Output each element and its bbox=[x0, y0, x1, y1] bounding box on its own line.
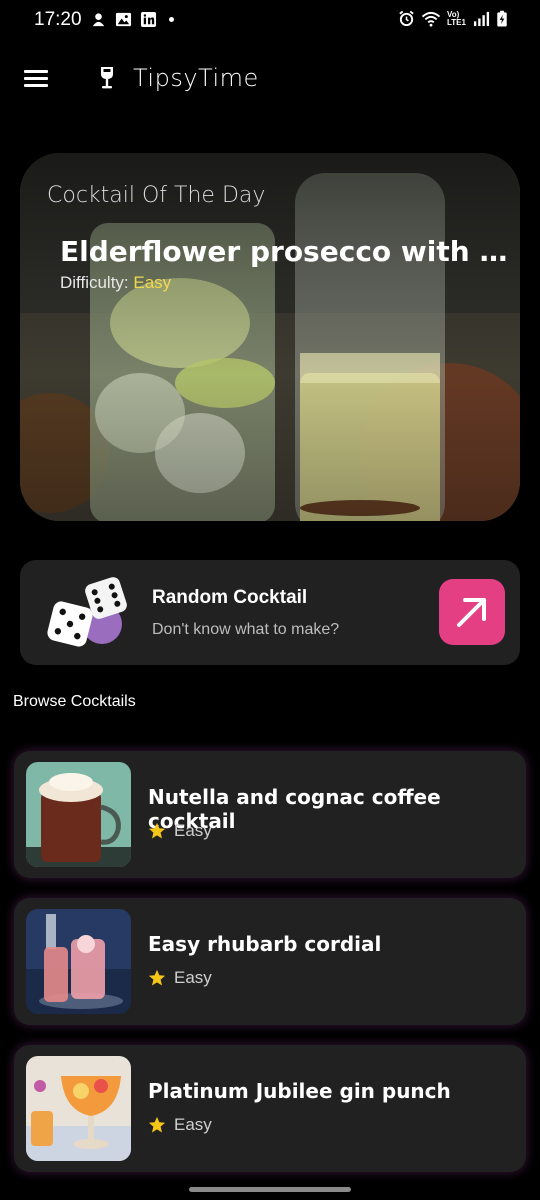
random-cocktail-title: Random Cocktail bbox=[152, 587, 308, 608]
hero-title: Elderflower prosecco with ... bbox=[60, 235, 510, 268]
cocktail-difficulty: Easy bbox=[148, 1115, 212, 1135]
hamburger-menu-icon[interactable] bbox=[22, 64, 52, 90]
cocktail-list-item[interactable]: Easy rhubarb cordial Easy bbox=[14, 898, 526, 1025]
app-notification-icon bbox=[92, 13, 105, 27]
status-left-icons bbox=[90, 11, 174, 28]
cocktail-of-the-day-card[interactable]: Cocktail Of The Day Elderflower prosecco… bbox=[20, 153, 520, 521]
app-bar: TipsyTime bbox=[0, 52, 540, 104]
cocktail-thumbnail bbox=[26, 909, 131, 1014]
status-bar: 17:20 Vo) LTE1 bbox=[0, 0, 540, 40]
status-right-icons: Vo) LTE1 bbox=[398, 10, 508, 27]
home-indicator[interactable] bbox=[189, 1187, 351, 1192]
hero-difficulty: Difficulty: Easy bbox=[60, 273, 171, 293]
cocktail-difficulty-label: Easy bbox=[174, 821, 212, 840]
cocktail-thumbnail bbox=[26, 1056, 131, 1161]
alarm-icon bbox=[399, 10, 414, 27]
battery-charging-icon bbox=[497, 10, 507, 27]
hero-shade bbox=[20, 153, 520, 521]
app-title: TipsyTime bbox=[133, 64, 259, 92]
wine-glass-icon bbox=[101, 67, 113, 89]
cocktail-difficulty: Easy bbox=[148, 821, 212, 841]
cocktail-name: Platinum Jubilee gin punch bbox=[148, 1079, 451, 1103]
cocktail-difficulty: Easy bbox=[148, 968, 212, 988]
cocktail-thumbnail bbox=[26, 762, 131, 867]
cocktail-list-item[interactable]: Platinum Jubilee gin punch Easy bbox=[14, 1045, 526, 1172]
volte-lte-icon: Vo) LTE1 bbox=[447, 9, 466, 27]
hero-difficulty-value: Easy bbox=[133, 273, 172, 292]
linkedin-icon bbox=[140, 11, 157, 28]
more-dot-icon bbox=[169, 17, 174, 22]
random-cocktail-button[interactable] bbox=[439, 579, 505, 645]
dice-icon bbox=[47, 577, 127, 647]
cocktail-difficulty-label: Easy bbox=[174, 1115, 212, 1134]
hero-kicker: Cocktail Of The Day bbox=[47, 183, 266, 208]
wifi-icon bbox=[421, 11, 441, 27]
random-cocktail-card[interactable]: Random Cocktail Don't know what to make? bbox=[20, 560, 520, 665]
arrow-up-right-icon bbox=[457, 598, 486, 627]
random-cocktail-subtitle: Don't know what to make? bbox=[152, 621, 340, 638]
star-icon bbox=[148, 822, 166, 839]
hero-difficulty-label: Difficulty: bbox=[60, 273, 134, 292]
gallery-icon bbox=[115, 12, 132, 27]
signal-icon bbox=[473, 11, 490, 27]
status-time: 17:20 bbox=[34, 9, 82, 30]
cocktail-difficulty-label: Easy bbox=[174, 968, 212, 987]
cocktail-list-item[interactable]: Nutella and cognac coffee cocktail Easy bbox=[14, 751, 526, 878]
cocktail-name: Easy rhubarb cordial bbox=[148, 932, 382, 956]
browse-cocktails-heading: Browse Cocktails bbox=[13, 693, 136, 710]
star-icon bbox=[148, 969, 166, 986]
star-icon bbox=[148, 1116, 166, 1133]
